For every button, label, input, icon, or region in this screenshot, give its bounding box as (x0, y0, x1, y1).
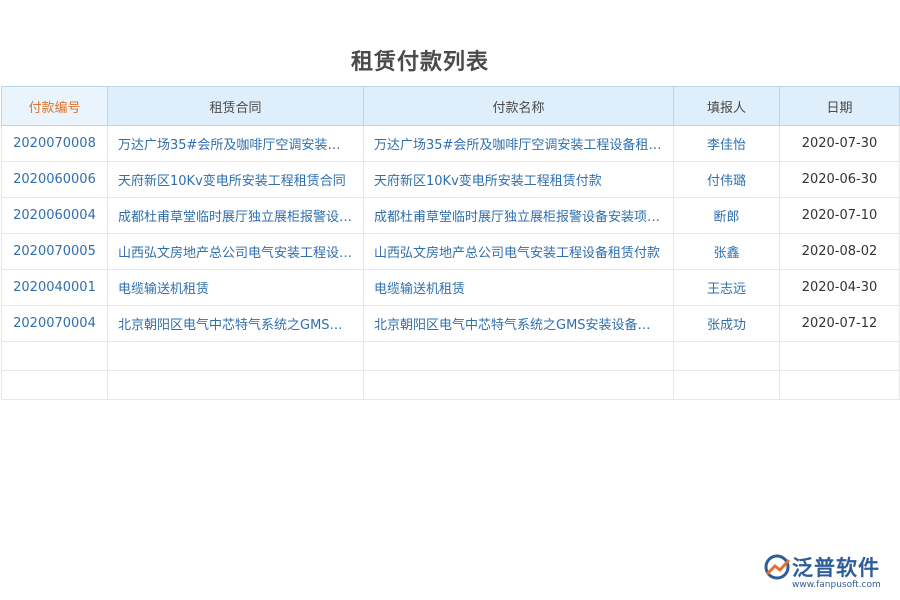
cell-reporter: 张成功 (673, 305, 780, 342)
column-header-date[interactable]: 日期 (779, 86, 900, 126)
cell-payment-name[interactable]: 成都杜甫草堂临时展厅独立展柜报警设备安装项目租赁付款 (363, 197, 674, 234)
cell-payment-name[interactable]: 万达广场35#会所及咖啡厅空调安装工程设备租赁付款 (363, 125, 674, 162)
empty-cell (673, 341, 780, 371)
empty-cell (363, 370, 674, 400)
empty-cell (1, 370, 108, 400)
empty-cell (673, 370, 780, 400)
empty-cell (779, 341, 900, 371)
brand-name: 泛普软件 (792, 556, 880, 580)
table-row[interactable]: 2020060006 天府新区10Kv变电所安装工程租赁合同 天府新区10Kv变… (1, 161, 900, 198)
fanpu-logo-icon (764, 554, 790, 580)
column-header-reporter[interactable]: 填报人 (673, 86, 780, 126)
cell-payment-no[interactable]: 2020060004 (1, 197, 108, 234)
table-header-row: 付款编号 租赁合同 付款名称 填报人 日期 (1, 86, 900, 126)
empty-cell (1, 341, 108, 371)
brand-url: www.fanpusoft.com (792, 580, 881, 590)
payment-table: 付款编号 租赁合同 付款名称 填报人 日期 2020070008 万达广场35#… (1, 86, 900, 400)
empty-cell (779, 370, 900, 400)
cell-payment-no[interactable]: 2020070004 (1, 305, 108, 342)
cell-reporter: 断郎 (673, 197, 780, 234)
cell-date: 2020-07-30 (779, 125, 900, 162)
cell-date: 2020-04-30 (779, 269, 900, 306)
cell-payment-name[interactable]: 北京朝阳区电气中芯特气系统之GMS安装设备租赁付款 (363, 305, 674, 342)
cell-payment-name[interactable]: 天府新区10Kv变电所安装工程租赁付款 (363, 161, 674, 198)
cell-reporter: 李佳怡 (673, 125, 780, 162)
table-row[interactable]: 2020070008 万达广场35#会所及咖啡厅空调安装工程设备租赁合同 万达广… (1, 125, 900, 162)
column-header-contract[interactable]: 租赁合同 (107, 86, 364, 126)
cell-payment-no[interactable]: 2020070005 (1, 233, 108, 270)
table-row-empty (1, 370, 900, 400)
cell-payment-no[interactable]: 2020040001 (1, 269, 108, 306)
cell-date: 2020-08-02 (779, 233, 900, 270)
cell-contract[interactable]: 山西弘文房地产总公司电气安装工程设备租赁合同 (107, 233, 364, 270)
cell-reporter: 付伟璐 (673, 161, 780, 198)
cell-contract[interactable]: 天府新区10Kv变电所安装工程租赁合同 (107, 161, 364, 198)
cell-payment-no[interactable]: 2020070008 (1, 125, 108, 162)
column-header-payment-name[interactable]: 付款名称 (363, 86, 674, 126)
column-header-payment-no[interactable]: 付款编号 (1, 86, 108, 126)
cell-reporter: 张鑫 (673, 233, 780, 270)
table-row-empty (1, 341, 900, 371)
empty-cell (107, 370, 364, 400)
empty-cell (107, 341, 364, 371)
brand-logo: 泛普软件 www.fanpusoft.com (764, 552, 888, 594)
cell-payment-no[interactable]: 2020060006 (1, 161, 108, 198)
cell-payment-name[interactable]: 山西弘文房地产总公司电气安装工程设备租赁付款 (363, 233, 674, 270)
cell-reporter: 王志远 (673, 269, 780, 306)
cell-date: 2020-06-30 (779, 161, 900, 198)
table-row[interactable]: 2020040001 电缆输送机租赁 电缆输送机租赁 王志远 2020-04-3… (1, 269, 900, 306)
cell-contract[interactable]: 北京朝阳区电气中芯特气系统之GMS安装设备租赁合同 (107, 305, 364, 342)
cell-payment-name[interactable]: 电缆输送机租赁 (363, 269, 674, 306)
cell-contract[interactable]: 成都杜甫草堂临时展厅独立展柜报警设备安装项目租赁合同 (107, 197, 364, 234)
cell-contract[interactable]: 电缆输送机租赁 (107, 269, 364, 306)
cell-date: 2020-07-12 (779, 305, 900, 342)
cell-date: 2020-07-10 (779, 197, 900, 234)
table-row[interactable]: 2020070005 山西弘文房地产总公司电气安装工程设备租赁合同 山西弘文房地… (1, 233, 900, 270)
empty-cell (363, 341, 674, 371)
table-row[interactable]: 2020070004 北京朝阳区电气中芯特气系统之GMS安装设备租赁合同 北京朝… (1, 305, 900, 342)
page-title: 租赁付款列表 (350, 50, 489, 75)
table-row[interactable]: 2020060004 成都杜甫草堂临时展厅独立展柜报警设备安装项目租赁合同 成都… (1, 197, 900, 234)
cell-contract[interactable]: 万达广场35#会所及咖啡厅空调安装工程设备租赁合同 (107, 125, 364, 162)
